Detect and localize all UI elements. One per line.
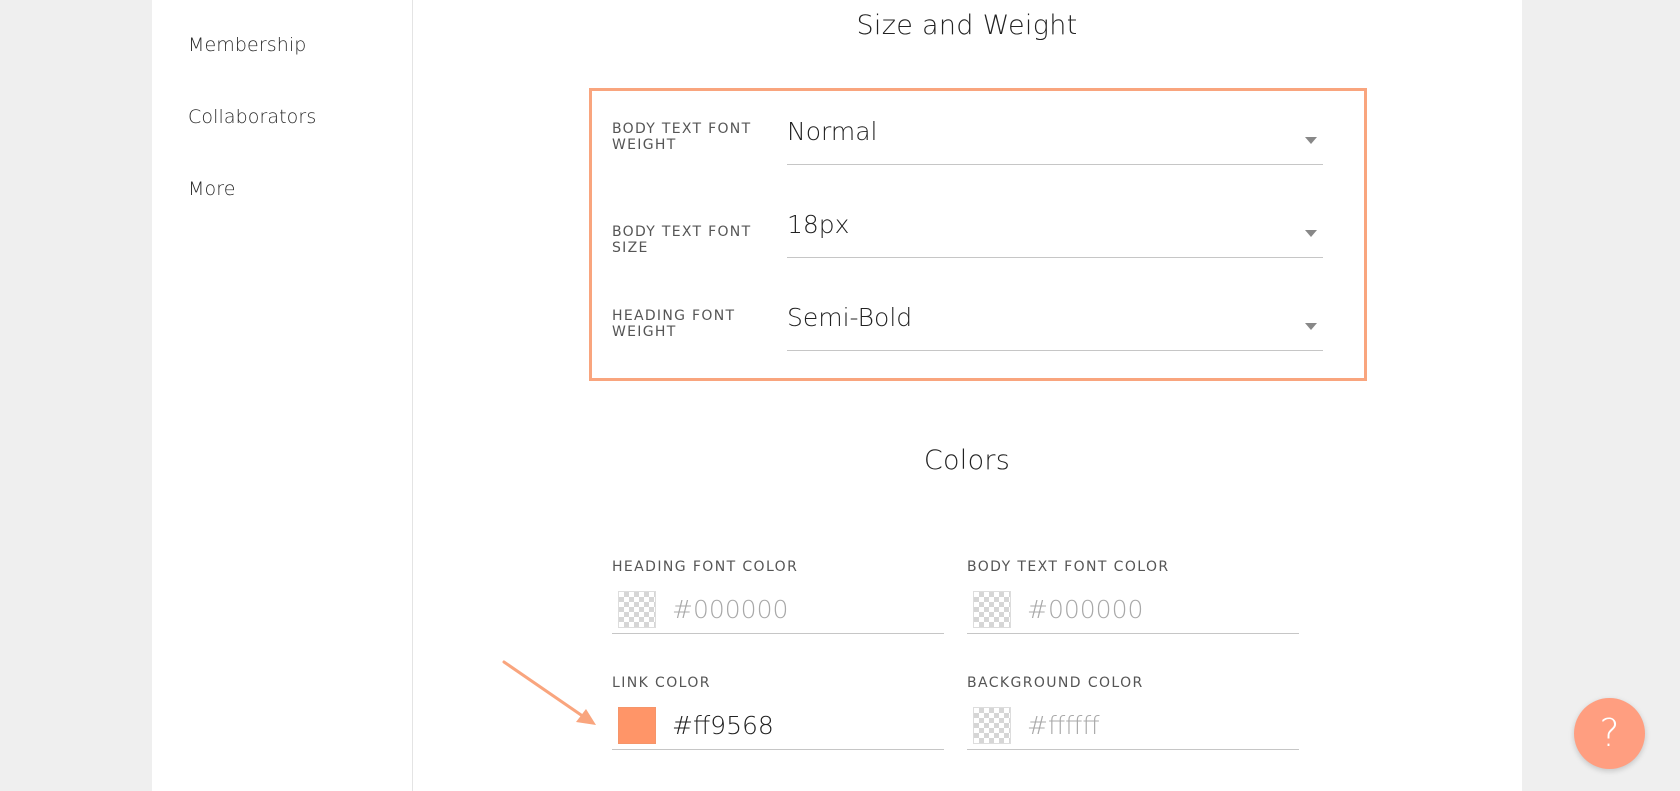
heading-font-weight-value: Semi-Bold — [787, 303, 913, 332]
heading-font-weight-label: HEADING FONT WEIGHT — [612, 308, 735, 340]
body-font-size-label: BODY TEXT FONT SIZE — [612, 224, 751, 256]
body-font-size-select[interactable]: 18px — [787, 210, 1323, 258]
pointer-arrow-icon — [502, 660, 596, 725]
body-font-weight-label-line2: WEIGHT — [612, 137, 677, 153]
heading-font-color-input[interactable] — [672, 592, 932, 626]
body-text-font-color-swatch[interactable] — [973, 591, 1011, 628]
chevron-down-icon — [1305, 230, 1317, 237]
heading-font-color-swatch[interactable] — [618, 591, 656, 628]
heading-font-weight-select[interactable]: Semi-Bold — [787, 303, 1323, 351]
background-color-swatch[interactable] — [973, 707, 1011, 744]
question-icon: ? — [1599, 711, 1620, 755]
background-color-input[interactable] — [1027, 708, 1287, 742]
background-color-label: BACKGROUND COLOR — [967, 675, 1144, 691]
heading-font-weight-label-line1: HEADING FONT — [612, 308, 736, 324]
help-button[interactable]: ? — [1574, 698, 1645, 769]
colors-title: Colors — [923, 445, 1011, 476]
body-font-weight-value: Normal — [787, 117, 878, 146]
size-weight-title: Size and Weight — [856, 10, 1078, 41]
heading-font-color-label: HEADING FONT COLOR — [612, 559, 799, 575]
body-font-weight-select[interactable]: Normal — [787, 117, 1323, 165]
settings-card: Membership Collaborators More Size and W… — [152, 0, 1522, 791]
link-color-label: LINK COLOR — [612, 675, 711, 691]
body-text-font-color-label: BODY TEXT FONT COLOR — [967, 559, 1170, 575]
link-color-input[interactable] — [672, 708, 932, 742]
sidebar-item-membership[interactable]: Membership — [188, 34, 306, 56]
sidebar-item-more[interactable]: More — [188, 178, 236, 200]
body-font-weight-label-line1: BODY TEXT FONT — [612, 121, 752, 137]
body-font-weight-label: BODY TEXT FONT WEIGHT — [612, 121, 751, 153]
background-color-field — [967, 704, 1299, 750]
chevron-down-icon — [1305, 323, 1317, 330]
body-text-font-color-input[interactable] — [1027, 592, 1287, 626]
chevron-down-icon — [1305, 137, 1317, 144]
body-font-size-label-line2: SIZE — [612, 240, 649, 256]
link-color-swatch[interactable] — [618, 707, 656, 744]
sidebar-item-collaborators[interactable]: Collaborators — [188, 106, 316, 128]
link-color-field — [612, 704, 944, 750]
settings-sidebar: Membership Collaborators More — [152, 0, 413, 791]
heading-font-weight-label-line2: WEIGHT — [612, 324, 677, 340]
body-font-size-label-line1: BODY TEXT FONT — [612, 224, 752, 240]
body-font-size-value: 18px — [787, 210, 850, 239]
body-text-font-color-field — [967, 588, 1299, 634]
heading-font-color-field — [612, 588, 944, 634]
